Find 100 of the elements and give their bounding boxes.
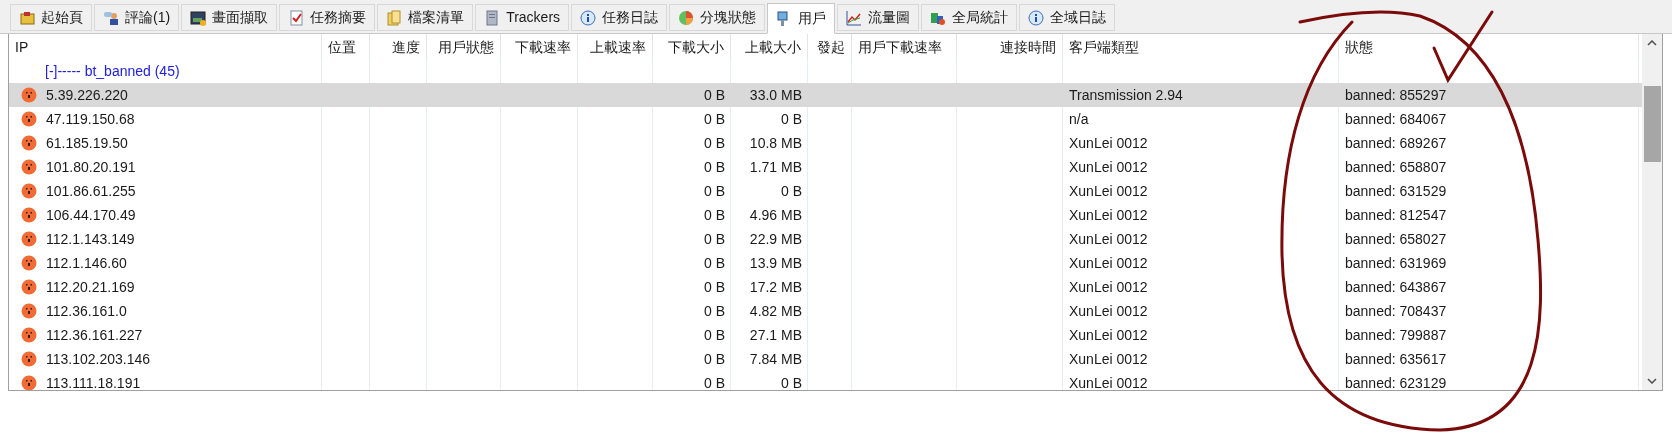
table-cell: 0 B bbox=[704, 374, 725, 390]
table-cell: XunLei 0012 bbox=[1069, 134, 1148, 151]
peer-row[interactable]: 47.119.150.68 0 B 0 B n/a banned: 684067 bbox=[9, 107, 1642, 131]
tab[interactable]: 任務日誌 bbox=[571, 4, 668, 31]
peer-row[interactable]: 61.185.19.50 0 B 10.8 MB XunLei 0012 banned: 689267 bbox=[9, 131, 1642, 155]
table-cell: banned: 855297 bbox=[1345, 86, 1447, 103]
column-header[interactable]: 下載速率 bbox=[501, 34, 578, 59]
table-cell: XunLei 0012 bbox=[1069, 230, 1148, 247]
table-cell: banned: 635617 bbox=[1345, 350, 1447, 367]
scrollbar-thumb[interactable] bbox=[1643, 86, 1661, 162]
table-cell: banned: 812547 bbox=[1345, 206, 1447, 223]
column-header[interactable]: 狀態 bbox=[1339, 34, 1639, 59]
table-cell-text: 61.185.19.50 bbox=[46, 133, 128, 153]
column-header[interactable]: 下載大小 bbox=[653, 34, 731, 59]
table-cell-text: 113.111.18.191 bbox=[46, 373, 141, 390]
table-cell-text: 112.1.143.149 bbox=[46, 229, 135, 249]
tab[interactable]: 全局統計 bbox=[921, 4, 1018, 31]
table-cell: 0 B bbox=[704, 350, 725, 367]
tab[interactable]: 評論(1) bbox=[94, 4, 180, 31]
table-cell-text: 113.102.203.146 bbox=[46, 349, 151, 369]
column-header[interactable]: 上載速率 bbox=[578, 34, 653, 59]
table-cell: n/a bbox=[1069, 110, 1089, 127]
scroll-up-icon[interactable] bbox=[1647, 40, 1657, 46]
peer-icon bbox=[21, 279, 37, 295]
tab[interactable]: 檔案清單 bbox=[377, 4, 474, 31]
peer-icon bbox=[21, 255, 37, 271]
table-cell: 0 B bbox=[781, 182, 802, 199]
table-cell: banned: 623129 bbox=[1345, 374, 1447, 390]
table-cell: 17.2 MB bbox=[749, 278, 802, 295]
column-header[interactable]: 用戶狀態 bbox=[427, 34, 501, 59]
tab[interactable]: 畫面擷取 bbox=[181, 4, 278, 31]
tab[interactable]: 用戶 bbox=[767, 3, 836, 34]
column-header[interactable]: 發起 bbox=[808, 34, 852, 59]
server-icon bbox=[484, 9, 501, 26]
table-cell: banned: 658807 bbox=[1345, 158, 1447, 175]
table-cell: 27.1 MB bbox=[749, 326, 802, 343]
column-header[interactable]: 連接時間 bbox=[957, 34, 1063, 59]
peer-row[interactable]: 5.39.226.220 0 B 33.0 MB Transmission 2.94 banned: 855297 bbox=[9, 83, 1642, 107]
scrollbar[interactable] bbox=[1642, 34, 1662, 390]
table-cell-text: 112.36.161.0 bbox=[46, 301, 127, 321]
peer-row[interactable]: 101.86.61.255 0 B 0 B XunLei 0012 banned: 631529 bbox=[9, 179, 1642, 203]
column-header[interactable]: 位置 bbox=[322, 34, 370, 59]
peer-icon bbox=[21, 207, 37, 223]
peer-row[interactable]: 112.36.161.227 0 B 27.1 MB XunLei 0012 banned: 799887 bbox=[9, 323, 1642, 347]
peer-row[interactable]: 112.1.146.60 0 B 13.9 MB XunLei 0012 banned: 631969 bbox=[9, 251, 1642, 275]
table-cell: 0 B bbox=[704, 110, 725, 127]
line-chart-icon bbox=[846, 9, 863, 26]
table-cell: 4.82 MB bbox=[749, 302, 802, 319]
table-cell: banned: 658027 bbox=[1345, 230, 1447, 247]
table-cell: XunLei 0012 bbox=[1069, 374, 1148, 390]
table-cell: 0 B bbox=[704, 158, 725, 175]
table-cell-text: 101.80.20.191 bbox=[46, 157, 136, 177]
peer-icon bbox=[21, 111, 37, 127]
table-cell: 0 B bbox=[704, 254, 725, 271]
table-cell: 0 B bbox=[704, 206, 725, 223]
table-cell: 0 B bbox=[781, 110, 802, 127]
table-cell: XunLei 0012 bbox=[1069, 350, 1148, 367]
table-cell-text: 5.39.226.220 bbox=[46, 85, 128, 105]
group-header[interactable]: [-]----- bt_banned (45) bbox=[45, 60, 180, 82]
table-cell: 33.0 MB bbox=[749, 86, 802, 103]
column-header[interactable]: IP bbox=[9, 34, 322, 59]
table-cell: XunLei 0012 bbox=[1069, 326, 1148, 343]
peer-icon bbox=[21, 159, 37, 175]
tab[interactable]: Trackers bbox=[475, 4, 570, 31]
scroll-down-icon[interactable] bbox=[1647, 378, 1657, 384]
peer-row[interactable]: 113.102.203.146 0 B 7.84 MB XunLei 0012 banned: 635617 bbox=[9, 347, 1642, 371]
column-header[interactable]: 進度 bbox=[370, 34, 427, 59]
peer-icon bbox=[21, 351, 37, 367]
picture-icon bbox=[190, 9, 207, 26]
peer-row[interactable]: 112.20.21.169 0 B 17.2 MB XunLei 0012 banned: 643867 bbox=[9, 275, 1642, 299]
peer-row[interactable]: 112.36.161.0 0 B 4.82 MB XunLei 0012 banned: 708437 bbox=[9, 299, 1642, 323]
pie-chart-icon bbox=[678, 9, 695, 26]
table-cell: banned: 643867 bbox=[1345, 278, 1447, 295]
table-cell-text: 112.36.161.227 bbox=[46, 325, 143, 345]
peer-row[interactable]: 112.1.143.149 0 B 22.9 MB XunLei 0012 banned: 658027 bbox=[9, 227, 1642, 251]
tab[interactable]: 任務摘要 bbox=[279, 4, 376, 31]
column-header[interactable]: 客戶端類型 bbox=[1063, 34, 1339, 59]
table-cell-text: 101.86.61.255 bbox=[46, 181, 136, 201]
checklist-icon bbox=[288, 9, 305, 26]
table-cell: banned: 631529 bbox=[1345, 182, 1447, 199]
peer-row[interactable]: 106.44.170.49 0 B 4.96 MB XunLei 0012 banned: 812547 bbox=[9, 203, 1642, 227]
tab[interactable]: 流量圖 bbox=[837, 4, 920, 31]
peer-icon bbox=[21, 183, 37, 199]
peer-row[interactable]: 113.111.18.191 0 B 0 B XunLei 0012 banned: 623129 bbox=[9, 371, 1642, 390]
tab[interactable]: 起始頁 bbox=[10, 4, 92, 31]
column-header[interactable]: 上載大小 bbox=[731, 34, 808, 59]
table-cell: banned: 631969 bbox=[1345, 254, 1447, 271]
table-cell-text: 47.119.150.68 bbox=[46, 109, 135, 129]
peer-icon bbox=[21, 87, 37, 103]
tab[interactable]: 分塊狀態 bbox=[669, 4, 766, 31]
table-cell-text: 112.1.146.60 bbox=[46, 253, 127, 273]
peer-icon bbox=[21, 231, 37, 247]
peer-row[interactable]: 101.80.20.191 0 B 1.71 MB XunLei 0012 banned: 658807 bbox=[9, 155, 1642, 179]
table-cell: 10.8 MB bbox=[749, 134, 802, 151]
table-cell: 0 B bbox=[704, 326, 725, 343]
tab[interactable]: 全域日誌 bbox=[1019, 4, 1116, 31]
table-cell: 13.9 MB bbox=[749, 254, 802, 271]
column-header[interactable]: 用戶下載速率 bbox=[852, 34, 957, 59]
table-cell: 0 B bbox=[704, 278, 725, 295]
table-cell-text: 112.20.21.169 bbox=[46, 277, 135, 297]
